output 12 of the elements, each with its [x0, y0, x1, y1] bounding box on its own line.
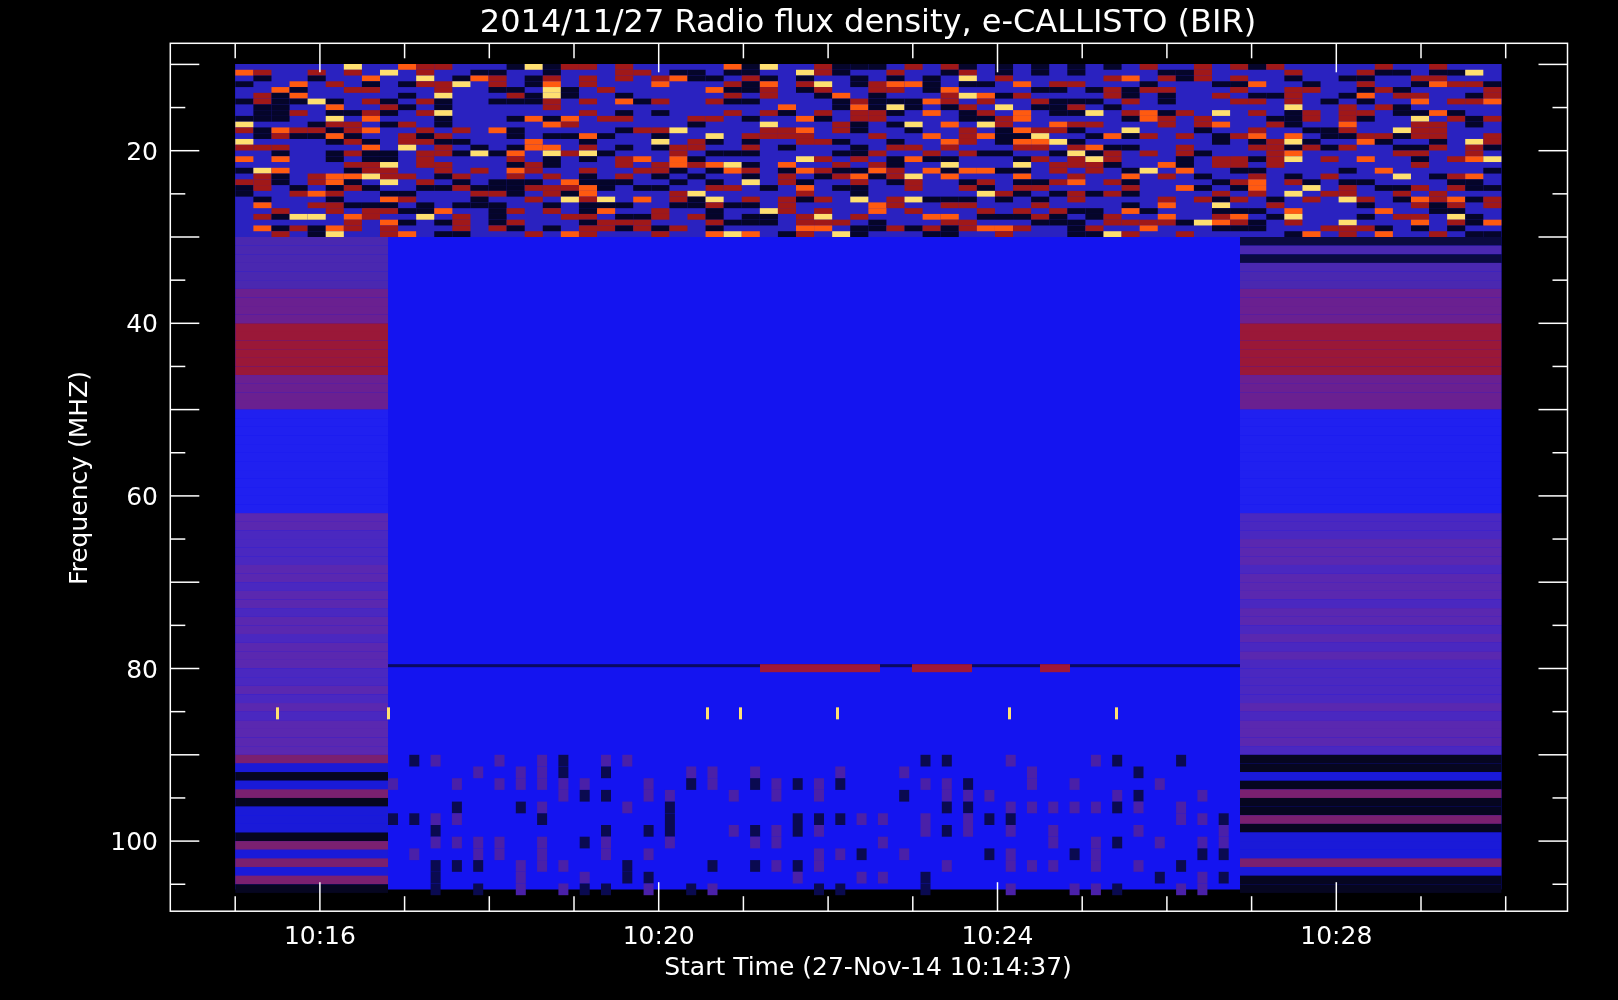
tick-label: 10:20 — [622, 921, 695, 950]
tick-label: 80 — [126, 654, 158, 684]
axis-label: Frequency (MHZ) — [64, 370, 93, 586]
tick-label: 40 — [126, 309, 158, 339]
chart-title: 2014/11/27 Radio flux density, e-CALLISTO (BIR) — [479, 2, 1257, 40]
tick-label: 100 — [110, 827, 158, 857]
tick-label: 10:16 — [283, 921, 356, 950]
tick-label: 20 — [126, 136, 158, 166]
tick-label: 10:24 — [961, 921, 1034, 950]
tick-label: 60 — [126, 481, 158, 511]
axis-label: Start Time (27-Nov-14 10:14:37) — [664, 952, 1072, 981]
tick-label: 10:28 — [1300, 921, 1373, 950]
